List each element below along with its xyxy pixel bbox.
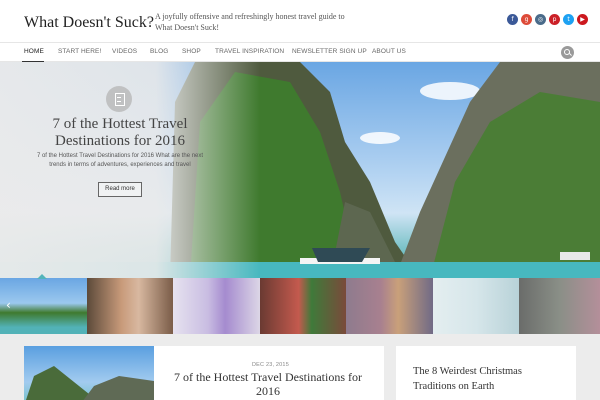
hero-title[interactable]: 7 of the Hottest Travel Destinations for… bbox=[30, 116, 210, 150]
featured-post-title[interactable]: 7 of the Hottest Travel Destinations for… bbox=[168, 370, 368, 398]
social-links: f g ◎ p t ▶ bbox=[507, 14, 588, 25]
nav-item-about-us[interactable]: ABOUT US bbox=[372, 48, 406, 55]
read-more-button[interactable]: Read more bbox=[98, 182, 142, 197]
thumbnail-islands[interactable] bbox=[0, 278, 87, 334]
sidebar-post-title[interactable]: The 8 Weirdest Christmas Traditions on E… bbox=[413, 364, 563, 394]
nav-item-shop[interactable]: SHOP bbox=[182, 48, 201, 55]
thumbnail-laptop[interactable] bbox=[433, 278, 519, 334]
google-plus-icon[interactable]: g bbox=[521, 14, 532, 25]
instagram-icon[interactable]: ◎ bbox=[535, 14, 546, 25]
chevron-left-icon[interactable]: ‹ bbox=[6, 298, 11, 312]
nav-item-start-here[interactable]: START HERE! bbox=[58, 48, 101, 55]
facebook-icon[interactable]: f bbox=[507, 14, 518, 25]
youtube-icon[interactable]: ▶ bbox=[577, 14, 588, 25]
nav-item-videos[interactable]: VIDEOS bbox=[112, 48, 137, 55]
thumbnail-christmas-selfie[interactable] bbox=[87, 278, 173, 334]
pinterest-icon[interactable]: p bbox=[549, 14, 560, 25]
active-slide-pointer bbox=[37, 274, 47, 279]
slider-thumbnails bbox=[0, 278, 600, 334]
thumbnail-bicycle[interactable] bbox=[519, 278, 600, 334]
post-date: DEC 23, 2015 bbox=[252, 362, 289, 368]
hero-slider[interactable]: 7 of the Hottest Travel Destinations for… bbox=[0, 62, 600, 278]
nav-item-newsletter[interactable]: NEWSLETTER SIGN UP bbox=[292, 48, 367, 55]
featured-post-image[interactable] bbox=[24, 346, 154, 400]
featured-post-landscape bbox=[26, 366, 154, 400]
main-nav: HOME START HERE! VIDEOS BLOG SHOP TRAVEL… bbox=[0, 42, 600, 63]
search-icon[interactable] bbox=[561, 46, 574, 59]
document-icon bbox=[106, 86, 132, 112]
thumbnail-christmas-traditions[interactable] bbox=[260, 278, 346, 334]
hero-excerpt: 7 of the Hottest Travel Destinations for… bbox=[36, 153, 204, 168]
site-tagline: A joyfully offensive and refreshingly ho… bbox=[155, 12, 345, 32]
twitter-icon[interactable]: t bbox=[563, 14, 574, 25]
site-header: What Doesn't Suck? A joyfully offensive … bbox=[0, 0, 600, 42]
nav-item-travel-inspiration[interactable]: TRAVEL INSPIRATION bbox=[215, 48, 284, 55]
thumbnail-interior[interactable] bbox=[173, 278, 260, 334]
nav-item-home[interactable]: HOME bbox=[24, 48, 44, 55]
nav-item-blog[interactable]: BLOG bbox=[150, 48, 168, 55]
thumbnail-city-night[interactable] bbox=[346, 278, 433, 334]
site-title[interactable]: What Doesn't Suck? bbox=[24, 14, 154, 32]
